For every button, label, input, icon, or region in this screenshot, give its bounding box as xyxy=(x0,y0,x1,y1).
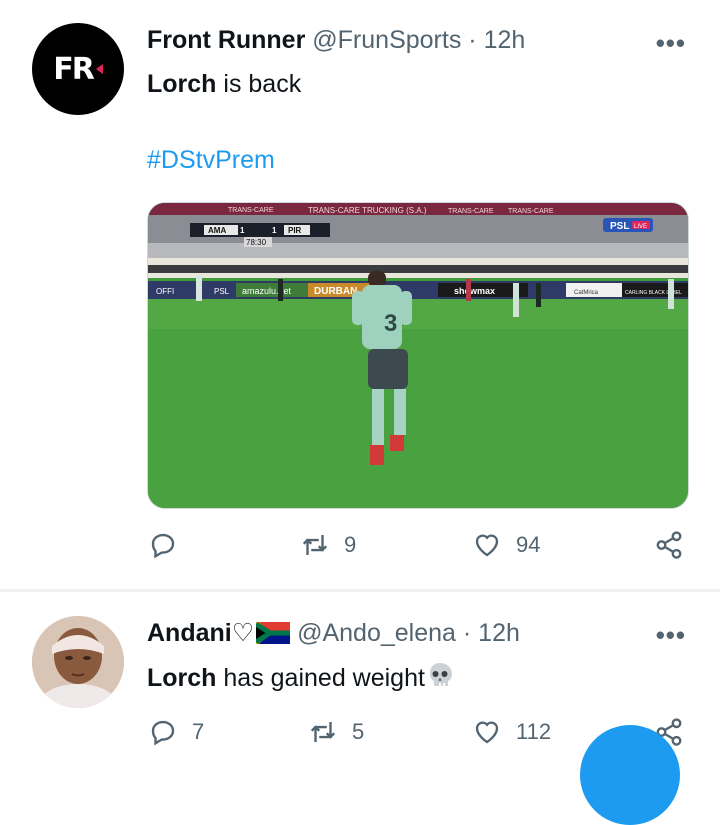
player-number: 3 xyxy=(384,310,397,337)
tweet[interactable]: FR Front Runner @FrunSports · 12h ••• Lo… xyxy=(0,0,720,590)
timestamp[interactable]: 12h xyxy=(478,619,520,647)
like-icon xyxy=(475,721,499,744)
ad-board: amazulu.net xyxy=(242,286,292,296)
scorebug-away: PIR xyxy=(288,226,302,235)
reply-button[interactable] xyxy=(148,530,192,560)
retweet-count: 5 xyxy=(352,719,365,744)
banner-text: TRANS-CARE TRUCKING (S.A.) xyxy=(308,206,427,215)
like-button[interactable]: 112 xyxy=(472,717,551,747)
author-name[interactable]: Front Runner xyxy=(147,26,305,54)
south-africa-flag-icon xyxy=(256,622,291,644)
scorebug-home-score: 1 xyxy=(240,226,245,235)
avatar-photo xyxy=(32,616,124,708)
skull-icon xyxy=(429,663,452,686)
avatar-logo: FR xyxy=(53,51,95,87)
tweet-header: Andani♡ @Ando_elena · 12h xyxy=(147,618,520,648)
reply-button[interactable]: 7 xyxy=(148,717,204,747)
tweet-text-bold: Lorch xyxy=(147,664,217,692)
tweet-text: Lorch has gained weight xyxy=(147,662,455,693)
separator-dot: · xyxy=(468,26,477,54)
share-button[interactable] xyxy=(654,530,684,560)
more-icon[interactable]: ••• xyxy=(656,620,686,651)
retweet-icon xyxy=(310,722,336,742)
retweet-icon xyxy=(302,535,328,555)
tweet-actions: 9 94 xyxy=(148,530,688,570)
psl-badge: PSL xyxy=(610,221,629,232)
retweet-button[interactable]: 5 xyxy=(308,717,364,747)
reply-count: 7 xyxy=(192,719,205,744)
separator-dot: · xyxy=(462,619,472,647)
avatar[interactable]: FR xyxy=(32,23,124,115)
banner-text: TRANS-CARE xyxy=(448,208,494,215)
tweet-media[interactable]: TRANS-CARE TRANS-CARE TRUCKING (S.A.) TR… xyxy=(147,202,689,509)
author-handle[interactable]: @Ando_elena xyxy=(297,619,456,647)
like-button[interactable]: 94 xyxy=(472,530,540,560)
ad-board: CatMrica xyxy=(574,290,599,296)
retweet-count: 9 xyxy=(344,532,357,557)
banner-text: TRANS-CARE xyxy=(228,207,274,214)
tweet-text-bold: Lorch xyxy=(147,70,217,98)
ad-board: PSL xyxy=(214,287,230,296)
soccer-video-frame: TRANS-CARE TRANS-CARE TRUCKING (S.A.) TR… xyxy=(148,203,688,508)
compose-tweet-button[interactable] xyxy=(580,725,680,825)
reply-icon xyxy=(151,720,175,746)
scorebug-home: AMA xyxy=(208,226,226,235)
like-icon xyxy=(475,534,499,557)
hashtag-link[interactable]: #DStvPrem xyxy=(147,146,275,175)
avatar-logo-triangle xyxy=(95,64,103,74)
share-icon xyxy=(656,531,682,559)
like-count: 112 xyxy=(516,719,552,744)
timestamp[interactable]: 12h xyxy=(484,26,526,54)
live-badge: LIVE xyxy=(634,224,647,230)
scorebug-clock: 78:30 xyxy=(246,238,267,247)
tweet-text-rest: is back xyxy=(216,70,302,98)
ad-board: OFFI xyxy=(156,287,174,296)
reply-icon xyxy=(151,533,175,559)
like-count: 94 xyxy=(516,532,541,557)
author-handle[interactable]: @FrunSports xyxy=(312,26,461,54)
ad-board: DURBAN xyxy=(314,286,357,297)
banner-text: TRANS-CARE xyxy=(508,208,554,215)
tweet-text-rest: has gained weight xyxy=(216,664,425,692)
author-name[interactable]: Andani♡ xyxy=(147,619,254,647)
retweet-button[interactable]: 9 xyxy=(300,530,356,560)
tweet-text: Lorch is back xyxy=(147,70,301,99)
tweet-header: Front Runner @FrunSports · 12h xyxy=(147,26,525,55)
avatar[interactable] xyxy=(32,616,124,708)
ad-board: showmax xyxy=(454,286,495,296)
more-icon[interactable]: ••• xyxy=(656,28,686,59)
scorebug-away-score: 1 xyxy=(272,226,277,235)
